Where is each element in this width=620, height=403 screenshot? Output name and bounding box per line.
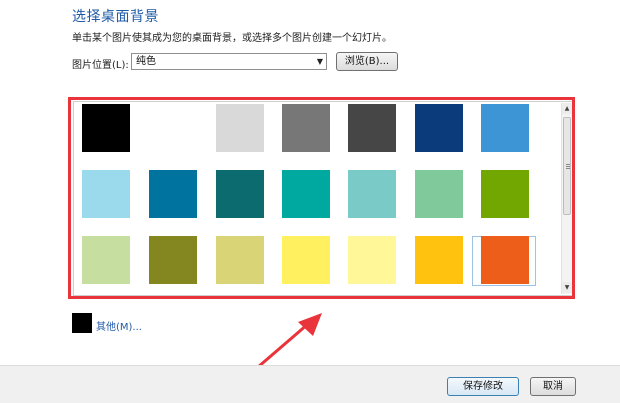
footer-bar [0,365,620,403]
cancel-button[interactable]: 取消 [530,377,576,396]
chevron-down-icon: ▼ [316,57,323,66]
other-color-swatch[interactable] [72,313,92,333]
page-title: 选择桌面背景 [72,9,159,25]
browse-button[interactable]: 浏览(B)... [336,52,398,71]
other-color-link[interactable]: 其他(M)... [96,318,142,333]
picture-location-label: 图片位置(L): [72,60,129,71]
picture-location-select[interactable]: 纯色 ▼ [131,53,327,70]
page-description: 单击某个图片使其成为您的桌面背景，或选择多个图片创建一个幻灯片。 [72,33,392,44]
save-changes-button[interactable]: 保存修改 [447,377,519,396]
highlight-box [68,97,575,299]
picture-location-value: 纯色 [136,56,156,67]
